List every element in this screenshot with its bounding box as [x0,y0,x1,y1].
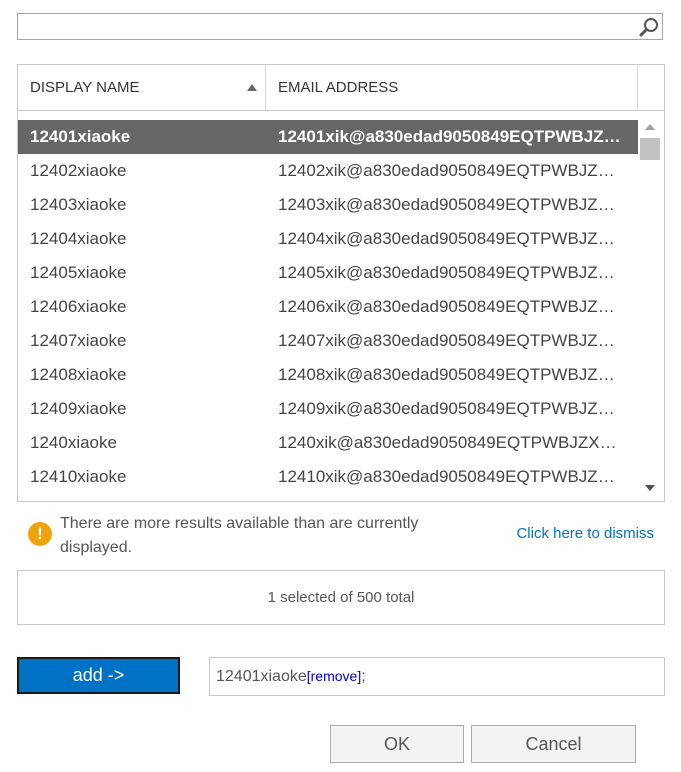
column-header-label: DISPLAY NAME [30,79,140,96]
results-grid: DISPLAY NAME EMAIL ADDRESS 12401xiaoke 12… [17,64,665,502]
email-address-cell: 1240xik@a830edad9050849EQTPWBJZXO… [278,433,623,452]
notice-text: There are more results available than ar… [60,515,419,556]
email-address-cell: 12401xik@a830edad9050849EQTPWBJZX… [278,127,623,146]
grid-header: DISPLAY NAME EMAIL ADDRESS [18,65,664,111]
email-address-cell: 12403xik@a830edad9050849EQTPWBJZX… [278,195,623,214]
display-name-cell: 12406xiaoke [30,297,127,316]
email-address-cell: 12407xik@a830edad9050849EQTPWBJZX… [278,331,623,350]
display-name-cell: 12405xiaoke [30,263,127,282]
column-header-email-address[interactable]: EMAIL ADDRESS [266,65,638,110]
sort-ascending-icon [247,84,257,91]
selection-count-text: 1 selected of 500 total [267,589,415,606]
scroll-down-arrow-icon[interactable] [645,485,655,491]
more-results-notice: ! There are more results available than … [28,512,668,562]
display-name-cell: 1240xiaoke [30,433,117,452]
table-row[interactable]: 12403xiaoke 12403xik@a830edad9050849EQTPW… [18,188,638,222]
search-box [17,13,663,40]
email-address-cell: 12406xik@a830edad9050849EQTPWBJZX… [278,297,623,316]
display-name-cell: 12402xiaoke [30,161,127,180]
column-header-display-name[interactable]: DISPLAY NAME [18,65,266,110]
table-row[interactable]: 1240xiaoke 1240xik@a830edad9050849EQTPWBJ… [18,426,638,460]
table-row[interactable]: 12408xiaoke 12408xik@a830edad9050849EQTPW… [18,358,638,392]
email-address-cell: 12405xik@a830edad9050849EQTPWBJZX… [278,263,623,282]
cancel-button[interactable]: Cancel [471,725,636,763]
selected-recipients-field[interactable]: 12401xiaoke[remove]; [209,657,665,696]
display-name-cell: 12404xiaoke [30,229,127,248]
table-row[interactable]: 12407xiaoke 12407xik@a830edad9050849EQTPW… [18,324,638,358]
add-button[interactable]: add -> [17,657,180,694]
table-row[interactable]: 12402xiaoke 12402xik@a830edad9050849EQTPW… [18,154,638,188]
email-address-cell: 12402xik@a830edad9050849EQTPWBJZX… [278,161,623,180]
search-icon[interactable] [638,16,660,38]
display-name-cell: 12409xiaoke [30,399,127,418]
vertical-scrollbar[interactable] [640,120,660,501]
table-row[interactable]: 12410xiaoke 12410xik@a830edad9050849EQTPW… [18,460,638,494]
warning-icon: ! [28,522,52,546]
table-row[interactable]: 12405xiaoke 12405xik@a830edad9050849EQTPW… [18,256,638,290]
display-name-cell: 12407xiaoke [30,331,127,350]
display-name-cell: 12410xiaoke [30,467,127,486]
display-name-cell: 12408xiaoke [30,365,127,384]
table-row[interactable]: 12409xiaoke 12409xik@a830edad9050849EQTPW… [18,392,638,426]
email-address-cell: 12408xik@a830edad9050849EQTPWBJZX… [278,365,623,384]
email-address-cell: 12404xik@a830edad9050849EQTPWBJZX… [278,229,623,248]
selection-status: 1 selected of 500 total [17,570,665,625]
recipient-separator: ; [361,668,366,685]
dismiss-link[interactable]: Click here to dismiss [516,525,654,542]
ok-button[interactable]: OK [330,725,464,763]
grid-rows: 12401xiaoke 12401xik@a830edad9050849EQTPW… [18,120,638,494]
display-name-cell: 12403xiaoke [30,195,127,214]
scrollbar-thumb[interactable] [640,138,660,160]
table-row[interactable]: 12401xiaoke 12401xik@a830edad9050849EQTPW… [18,120,638,154]
display-name-cell: 12401xiaoke [30,127,131,146]
remove-link[interactable]: [remove] [307,668,361,684]
email-address-cell: 12409xik@a830edad9050849EQTPWBJZX… [278,399,623,418]
scroll-up-arrow-icon[interactable] [645,124,655,130]
email-address-cell: 12410xik@a830edad9050849EQTPWBJZX… [278,467,623,486]
table-row[interactable]: 12404xiaoke 12404xik@a830edad9050849EQTPW… [18,222,638,256]
selected-recipient-name: 12401xiaoke [216,668,307,685]
column-header-label: EMAIL ADDRESS [278,79,399,96]
search-input[interactable] [18,14,634,39]
table-row[interactable]: 12406xiaoke 12406xik@a830edad9050849EQTPW… [18,290,638,324]
